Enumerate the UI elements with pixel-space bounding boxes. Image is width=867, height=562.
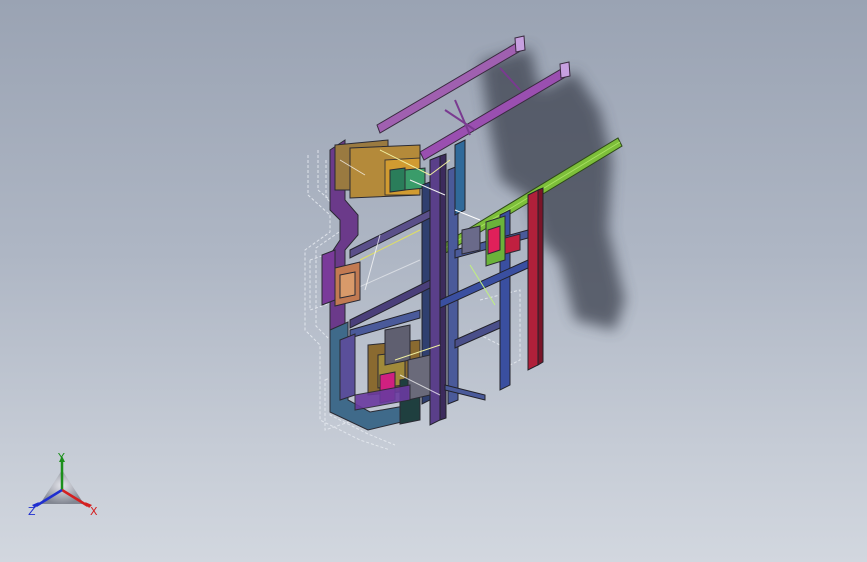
x-axis-label: X xyxy=(90,505,98,518)
z-axis-label: Z xyxy=(28,505,36,518)
graphics-viewport[interactable]: Y X Z xyxy=(0,0,867,562)
lower-assembly xyxy=(329,321,431,431)
assembly-model[interactable] xyxy=(0,0,867,562)
orientation-triad[interactable]: Y X Z xyxy=(22,448,106,524)
y-axis-label: Y xyxy=(58,451,65,464)
